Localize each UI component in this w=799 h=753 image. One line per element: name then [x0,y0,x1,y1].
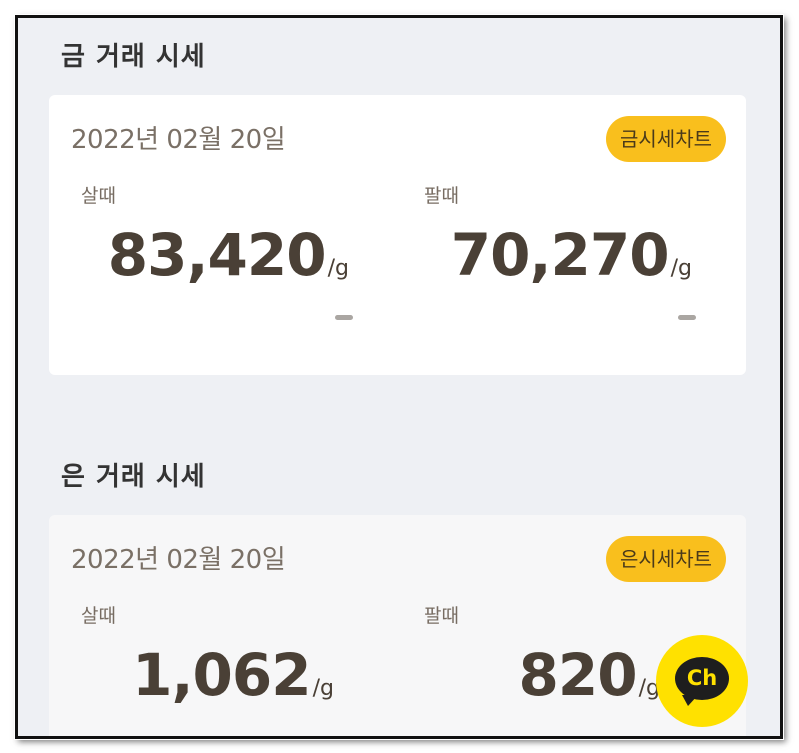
gold-buy-price: 83,420 [107,221,327,289]
gold-sell-label: 팔때 [424,185,459,207]
silver-buy-label: 살때 [81,605,116,627]
silver-sell-label: 팔때 [424,605,459,627]
gold-section-title: 금 거래 시세 [61,42,206,72]
gold-sell-change-indicator [678,315,696,320]
gold-chart-button[interactable]: 금시세차트 [606,116,726,162]
gold-sell-unit: /g [670,256,692,281]
gold-buy-unit: /g [327,256,349,281]
silver-price-card: 2022년 02월 20일 은시세차트 살때 1,062/g 팔때 820/g [49,515,746,736]
kakao-channel-icon: Ch [675,657,729,700]
app-frame: 금 거래 시세 2022년 02월 20일 금시세차트 살때 83,420/g … [15,15,783,739]
gold-buy-change-indicator [335,315,353,320]
gold-price-card: 2022년 02월 20일 금시세차트 살때 83,420/g 팔때 70,27… [49,95,746,375]
silver-date: 2022년 02월 20일 [71,545,286,575]
gold-date: 2022년 02월 20일 [71,125,286,155]
silver-buy-unit: /g [312,676,334,701]
speech-bubble-tail [682,695,698,706]
gold-sell-price: 70,270 [450,221,670,289]
channel-button-label: Ch [686,666,718,690]
silver-buy-price: 1,062 [132,641,311,709]
gold-buy-label: 살때 [81,185,116,207]
kakao-channel-button[interactable]: Ch [656,635,748,727]
silver-chart-button[interactable]: 은시세차트 [606,536,726,582]
silver-section-title: 은 거래 시세 [61,462,206,492]
silver-sell-price: 820 [518,641,638,709]
